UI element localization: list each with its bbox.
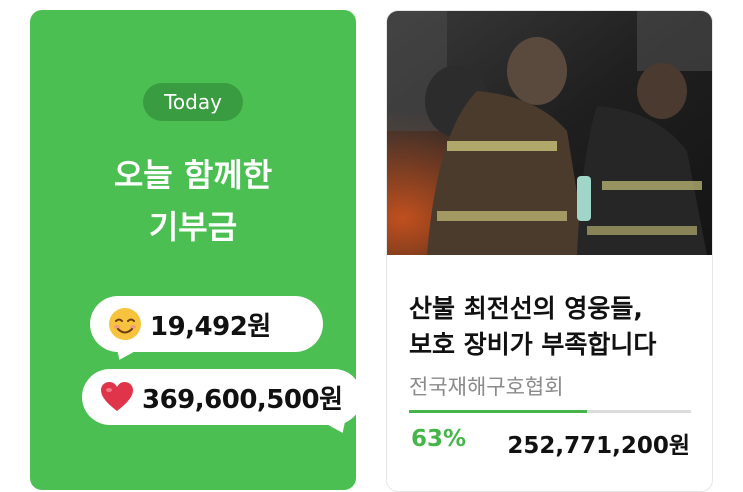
campaign-title-line1: 산불 최전선의 영웅들,	[409, 294, 643, 323]
donors-speech-bubble: 19,492원	[90, 296, 323, 365]
today-headline-line2: 기부금	[148, 208, 238, 246]
campaign-photo	[387, 11, 712, 255]
total-amount: 369,600,500원	[142, 384, 343, 415]
raised-amount: 252,771,200원	[507, 433, 690, 459]
progress-fill	[409, 410, 587, 413]
red-heart-emoji-icon	[101, 382, 133, 411]
campaign-title-line2: 보호 장비가 부족합니다	[409, 330, 657, 359]
total-speech-bubble: 369,600,500원	[82, 369, 362, 438]
speech-bubble-tail	[109, 341, 139, 365]
progress-track	[409, 410, 691, 413]
today-badge: Today	[143, 83, 243, 121]
speech-bubble-tail	[323, 414, 353, 438]
progress-percent: 63%	[411, 426, 467, 452]
organization-name: 전국재해구호협회	[409, 375, 564, 399]
today-headline-line1: 오늘 함께한	[113, 156, 273, 194]
smiling-face-emoji-icon	[109, 308, 141, 340]
donors-amount: 19,492원	[150, 311, 271, 342]
today-donation-card[interactable]: Today 오늘 함께한 기부금 19,492원 369,600,500원	[30, 10, 362, 490]
campaign-card[interactable]: 산불 최전선의 영웅들, 보호 장비가 부족합니다 전국재해구호협회 63% 2…	[386, 10, 713, 492]
